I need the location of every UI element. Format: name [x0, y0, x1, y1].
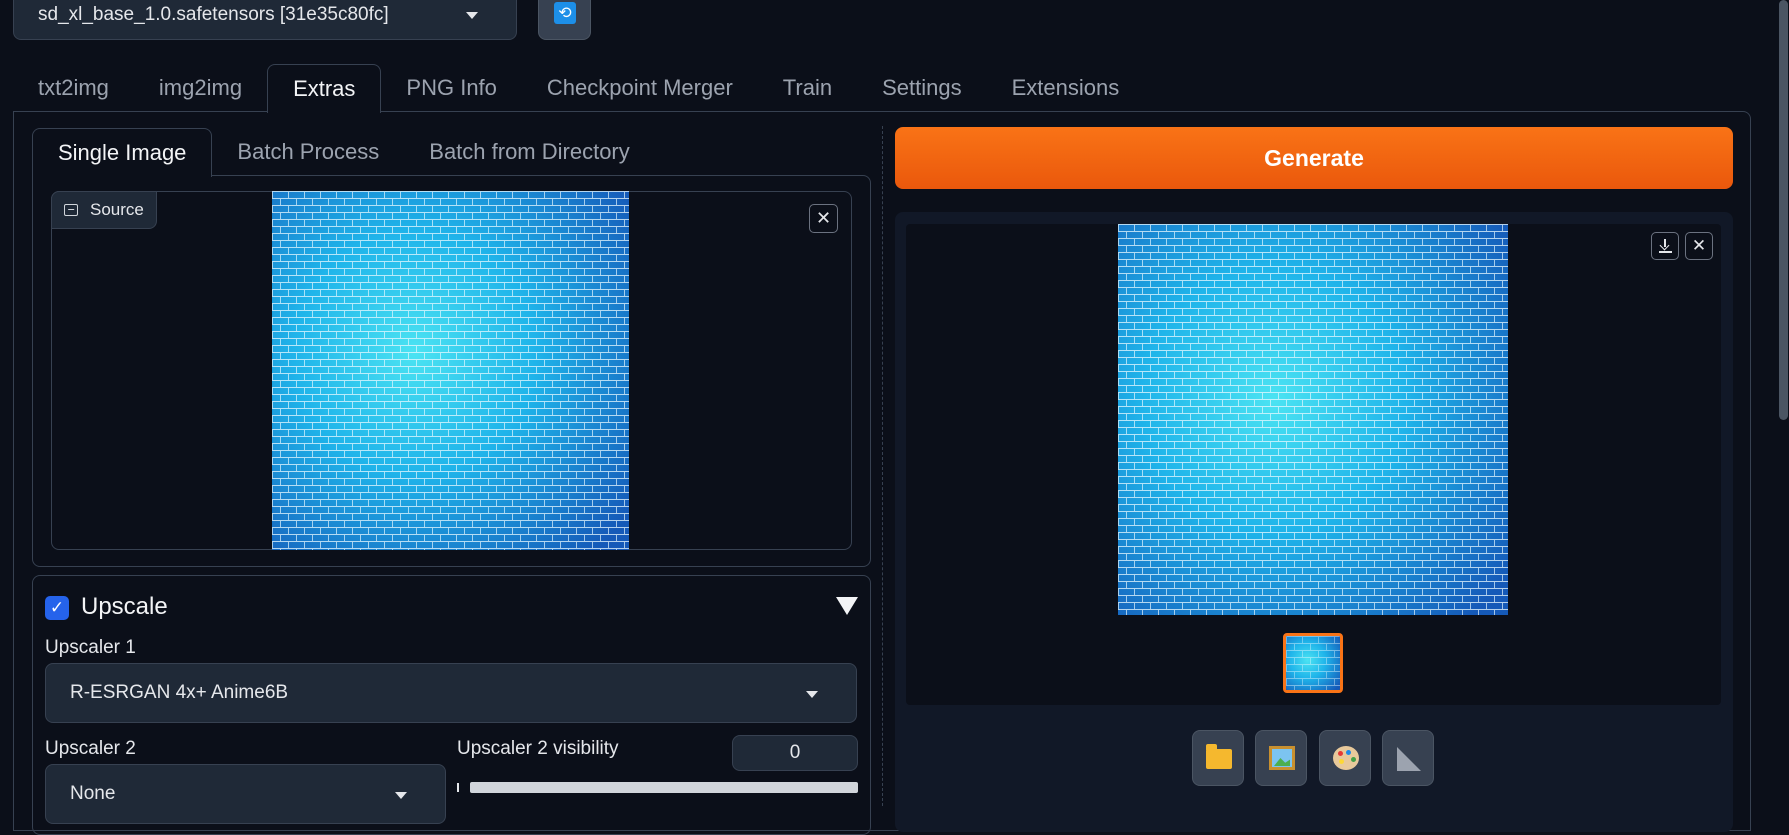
source-image	[272, 191, 629, 550]
upscaler2-value: None	[70, 783, 116, 804]
palette-icon	[1333, 746, 1359, 770]
image-icon	[64, 204, 78, 216]
clear-source-button[interactable]: ✕	[809, 204, 838, 233]
extras-sub-tab-bar: Single Image Batch Process Batch from Di…	[32, 128, 655, 177]
chevron-down-icon	[466, 12, 478, 19]
triangular-ruler-icon	[1397, 747, 1421, 771]
refresh-models-button[interactable]: ⟲	[538, 0, 591, 40]
gallery-thumbnail[interactable]	[1283, 633, 1343, 693]
upscaler1-label: Upscaler 1	[45, 637, 136, 658]
close-icon: ✕	[1691, 236, 1707, 256]
tab-img2img[interactable]: img2img	[134, 64, 267, 112]
upscaler2-label: Upscaler 2	[45, 738, 136, 759]
tab-single-image[interactable]: Single Image	[32, 128, 213, 177]
tab-extensions[interactable]: Extensions	[987, 64, 1145, 112]
download-button[interactable]	[1651, 232, 1679, 260]
tab-train[interactable]: Train	[758, 64, 857, 112]
tab-checkpoint-merger[interactable]: Checkpoint Merger	[522, 64, 758, 112]
upscaler1-dropdown[interactable]: R-ESRGAN 4x+ Anime6B	[45, 663, 857, 723]
refresh-icon: ⟲	[554, 2, 576, 24]
upscale-title: Upscale	[81, 593, 168, 620]
tab-batch-from-directory[interactable]: Batch from Directory	[404, 128, 655, 176]
model-checkpoint-dropdown[interactable]: sd_xl_base_1.0.safetensors [31e35c80fc]	[13, 0, 517, 40]
upscaler2-dropdown[interactable]: None	[45, 764, 446, 824]
slider-thumb[interactable]	[457, 783, 459, 792]
tab-batch-process[interactable]: Batch Process	[212, 128, 404, 176]
upscaler1-value: R-ESRGAN 4x+ Anime6B	[70, 682, 289, 703]
result-image[interactable]	[1118, 224, 1508, 615]
download-icon	[1660, 239, 1670, 251]
framed-picture-icon	[1269, 746, 1295, 770]
chevron-down-icon	[395, 792, 407, 799]
checkmark-icon: ✓	[49, 598, 65, 618]
main-tab-bar: txt2img img2img Extras PNG Info Checkpoi…	[13, 64, 1145, 113]
close-preview-button[interactable]: ✕	[1685, 232, 1713, 260]
source-label-text: Source	[90, 200, 144, 219]
tab-settings[interactable]: Settings	[857, 64, 987, 112]
generate-button[interactable]: Generate	[895, 127, 1733, 189]
tab-txt2img[interactable]: txt2img	[13, 64, 134, 112]
upscaler2-visibility-input[interactable]: 0	[732, 735, 858, 771]
upscale-checkbox[interactable]: ✓	[45, 596, 69, 620]
close-icon: ✕	[815, 208, 832, 229]
send-to-extras-button[interactable]	[1382, 730, 1434, 786]
tab-png-info[interactable]: PNG Info	[381, 64, 521, 112]
collapse-toggle-icon[interactable]	[836, 597, 858, 615]
send-to-inpaint-button[interactable]	[1319, 730, 1371, 786]
column-divider	[882, 126, 883, 806]
send-to-img2img-button[interactable]	[1255, 730, 1307, 786]
tab-extras[interactable]: Extras	[267, 64, 382, 113]
source-label: Source	[51, 191, 157, 229]
open-folder-button[interactable]	[1192, 730, 1244, 786]
scrollbar-thumb[interactable]	[1779, 0, 1788, 420]
model-checkpoint-value: sd_xl_base_1.0.safetensors [31e35c80fc]	[38, 4, 389, 25]
upscaler2-visibility-slider[interactable]	[470, 782, 858, 793]
folder-icon	[1206, 744, 1232, 769]
upscaler2-visibility-label: Upscaler 2 visibility	[457, 738, 619, 759]
chevron-down-icon	[806, 691, 818, 698]
